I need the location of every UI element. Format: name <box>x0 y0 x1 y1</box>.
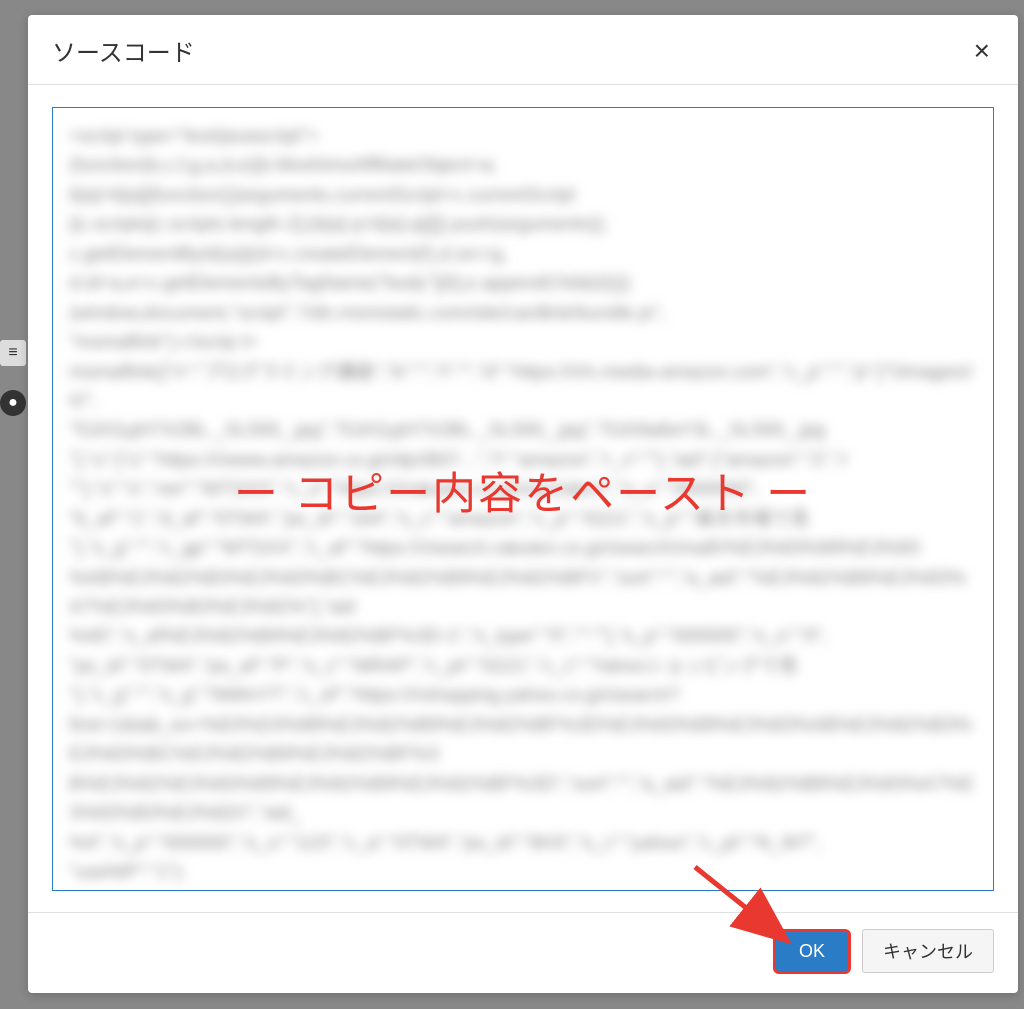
dialog-footer: OK キャンセル <box>28 912 1018 993</box>
source-code-dialog: ソースコード × <script type="text/javascript">… <box>28 15 1018 993</box>
textarea-content: <script type="text/javascript"> (functio… <box>53 108 993 890</box>
cancel-button[interactable]: キャンセル <box>862 929 994 973</box>
menu-icon: ≡ <box>0 340 26 366</box>
close-icon: × <box>974 35 990 66</box>
dialog-header: ソースコード × <box>28 15 1018 85</box>
ok-button[interactable]: OK <box>776 932 848 971</box>
dialog-body: <script type="text/javascript"> (functio… <box>28 85 1018 912</box>
background-sidebar: ≡ ● <box>0 340 28 420</box>
dot-icon: ● <box>0 390 26 416</box>
source-code-textarea[interactable]: <script type="text/javascript"> (functio… <box>52 107 994 891</box>
close-button[interactable]: × <box>970 37 994 65</box>
dialog-title: ソースコード <box>52 33 195 68</box>
